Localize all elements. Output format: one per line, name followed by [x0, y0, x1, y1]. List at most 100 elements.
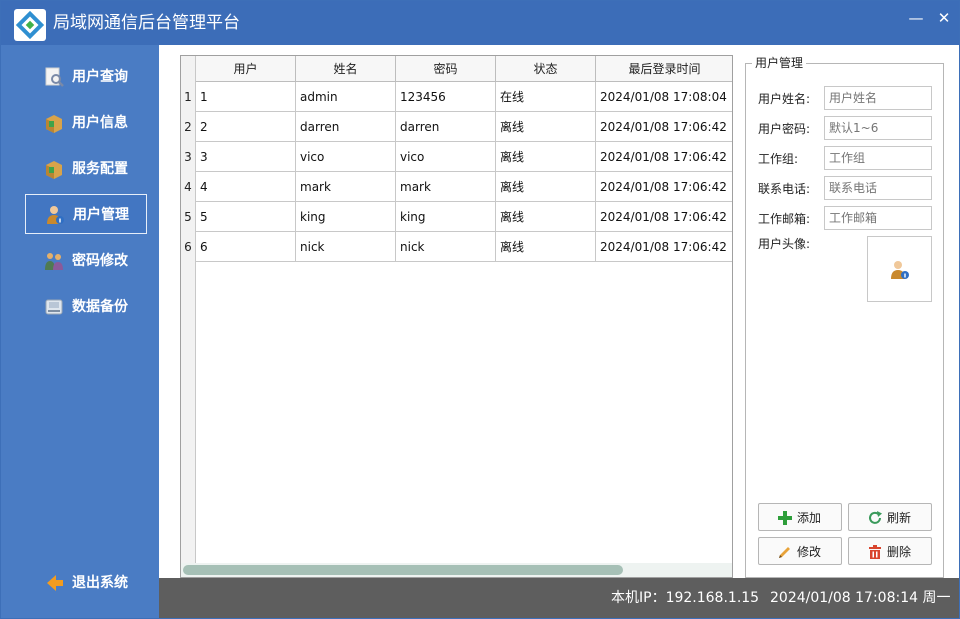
edit-button[interactable]: 修改 [758, 537, 842, 565]
disk-icon [43, 296, 65, 318]
exit-system-button[interactable]: 退出系统 [25, 563, 147, 603]
password-input[interactable] [824, 116, 932, 140]
cell-status[interactable]: 离线 [496, 202, 596, 232]
app-logo-icon [14, 9, 46, 41]
cell-status[interactable]: 离线 [496, 142, 596, 172]
avatar-picker[interactable] [867, 236, 932, 302]
field-label-workgroup: 工作组: [758, 152, 799, 166]
cell-last-login[interactable]: 2024/01/08 17:06:42 [596, 112, 732, 142]
key-users-icon [43, 250, 65, 272]
cell-password[interactable]: king [396, 202, 496, 232]
cell-name[interactable]: vico [296, 142, 396, 172]
cell-status[interactable]: 在线 [496, 82, 596, 112]
column-header-last-login[interactable]: 最后登录时间 [596, 56, 732, 82]
username-input[interactable] [824, 86, 932, 110]
app-title: 局域网通信后台管理平台 [53, 13, 240, 33]
cell-last-login[interactable]: 2024/01/08 17:06:42 [596, 142, 732, 172]
table-row[interactable]: 6 6 nick nick 离线 2024/01/08 17:06:42 [181, 232, 732, 262]
cell-name[interactable]: darren [296, 112, 396, 142]
group-title: 用户管理 [752, 55, 807, 71]
table-row[interactable]: 2 2 darren darren 离线 2024/01/08 17:06:42 [181, 112, 732, 142]
cell-password[interactable]: 123456 [396, 82, 496, 112]
table-row[interactable]: 3 3 vico vico 离线 2024/01/08 17:06:42 [181, 142, 732, 172]
row-number: 5 [181, 202, 196, 232]
cell-password[interactable]: darren [396, 112, 496, 142]
refresh-button[interactable]: 刷新 [848, 503, 932, 531]
user-icon [44, 204, 66, 226]
cell-last-login[interactable]: 2024/01/08 17:06:42 [596, 202, 732, 232]
row-number: 1 [181, 82, 196, 112]
sidebar-item-label: 用户信息 [72, 115, 128, 131]
cell-user-id[interactable]: 6 [196, 232, 296, 262]
sidebar-item-label: 服务配置 [72, 161, 128, 177]
cell-last-login[interactable]: 2024/01/08 17:06:42 [596, 172, 732, 202]
horizontal-scrollbar[interactable] [181, 563, 732, 577]
table-row[interactable]: 4 4 mark mark 离线 2024/01/08 17:06:42 [181, 172, 732, 202]
cell-last-login[interactable]: 2024/01/08 17:06:42 [596, 232, 732, 262]
add-button[interactable]: 添加 [758, 503, 842, 531]
row-number: 4 [181, 172, 196, 202]
cell-name[interactable]: mark [296, 172, 396, 202]
cell-user-id[interactable]: 3 [196, 142, 296, 172]
scrollbar-thumb[interactable] [183, 565, 623, 575]
sidebar-item-label: 用户管理 [73, 207, 129, 223]
plus-icon [777, 510, 793, 526]
package-icon [43, 112, 65, 134]
field-label-phone: 联系电话: [758, 182, 811, 196]
delete-button-label: 删除 [887, 545, 912, 559]
sidebar-item-service-config[interactable]: 服务配置 [25, 149, 147, 189]
row-number: 2 [181, 112, 196, 142]
cell-user-id[interactable]: 2 [196, 112, 296, 142]
field-label-avatar: 用户头像: [758, 237, 811, 251]
cell-password[interactable]: nick [396, 232, 496, 262]
cell-name[interactable]: admin [296, 82, 396, 112]
sidebar-item-label: 用户查询 [72, 69, 128, 85]
status-local-ip: 本机IP：192.168.1.15 [611, 590, 760, 606]
field-label-username: 用户姓名: [758, 92, 811, 106]
trash-icon [867, 544, 883, 560]
cell-status[interactable]: 离线 [496, 232, 596, 262]
main-panel: 用户 姓名 密码 状态 最后登录时间 1 1 admin 123456 在线 2… [159, 45, 959, 578]
add-button-label: 添加 [797, 511, 822, 525]
column-header-password[interactable]: 密码 [396, 56, 496, 82]
cell-user-id[interactable]: 5 [196, 202, 296, 232]
close-button[interactable]: ✕ [933, 7, 955, 29]
row-number: 3 [181, 142, 196, 172]
cell-status[interactable]: 离线 [496, 172, 596, 202]
table-row[interactable]: 1 1 admin 123456 在线 2024/01/08 17:08:04 [181, 82, 732, 112]
pencil-icon [777, 544, 793, 560]
cell-status[interactable]: 离线 [496, 112, 596, 142]
cell-user-id[interactable]: 4 [196, 172, 296, 202]
sidebar-item-user-management[interactable]: 用户管理 [25, 194, 147, 234]
minimize-button[interactable]: — [905, 7, 927, 29]
exit-arrow-icon [43, 572, 65, 594]
sidebar-item-data-backup[interactable]: 数据备份 [25, 287, 147, 327]
cell-last-login[interactable]: 2024/01/08 17:08:04 [596, 82, 732, 112]
user-management-group: 用户管理 用户姓名: 用户密码: 工作组: 联系电话: 工作邮箱: 用户头像: … [745, 55, 944, 578]
delete-button[interactable]: 删除 [848, 537, 932, 565]
row-number: 6 [181, 232, 196, 262]
user-table: 用户 姓名 密码 状态 最后登录时间 1 1 admin 123456 在线 2… [180, 55, 733, 578]
cell-user-id[interactable]: 1 [196, 82, 296, 112]
column-header-name[interactable]: 姓名 [296, 56, 396, 82]
column-header-status[interactable]: 状态 [496, 56, 596, 82]
package-icon [43, 158, 65, 180]
phone-input[interactable] [824, 176, 932, 200]
email-input[interactable] [824, 206, 932, 230]
workgroup-input[interactable] [824, 146, 932, 170]
sidebar-item-label: 密码修改 [72, 253, 128, 269]
field-label-email: 工作邮箱: [758, 212, 811, 226]
app-window: 局域网通信后台管理平台 — ✕ 用户查询 用户信息 服务配置 用户管理 密码修改… [0, 0, 960, 619]
sidebar-item-user-query[interactable]: 用户查询 [25, 57, 147, 97]
cell-password[interactable]: vico [396, 142, 496, 172]
search-doc-icon [43, 66, 65, 88]
table-row[interactable]: 5 5 king king 离线 2024/01/08 17:06:42 [181, 202, 732, 232]
cell-name[interactable]: king [296, 202, 396, 232]
refresh-button-label: 刷新 [887, 511, 912, 525]
sidebar-item-user-info[interactable]: 用户信息 [25, 103, 147, 143]
field-label-password: 用户密码: [758, 122, 811, 136]
sidebar-item-password-change[interactable]: 密码修改 [25, 241, 147, 281]
cell-name[interactable]: nick [296, 232, 396, 262]
cell-password[interactable]: mark [396, 172, 496, 202]
column-header-user[interactable]: 用户 [196, 56, 296, 82]
